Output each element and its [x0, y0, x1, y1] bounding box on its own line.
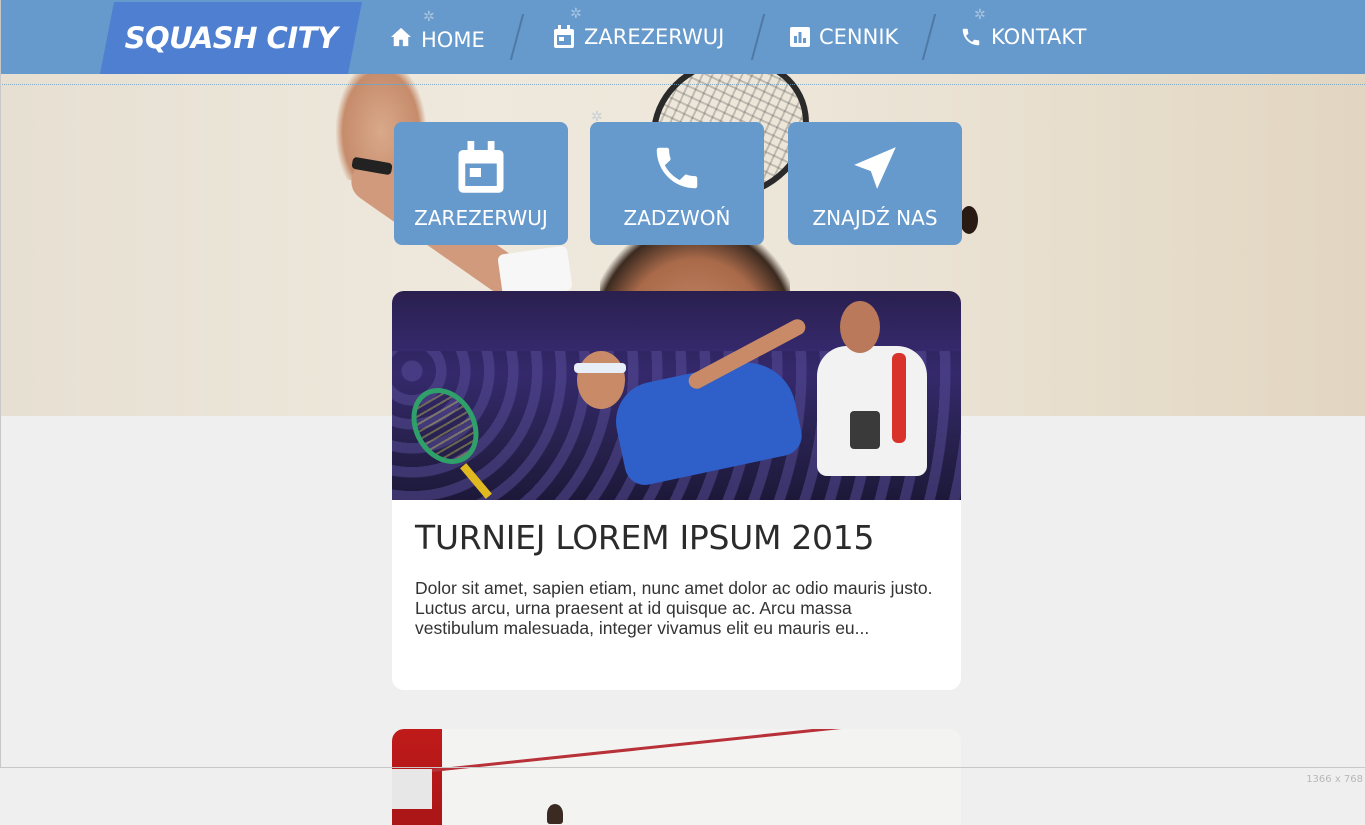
nav-item-label: CENNIK	[819, 25, 899, 49]
home-icon	[391, 27, 411, 47]
nav-divider	[509, 14, 525, 60]
action-button-znajdz-nas[interactable]: ZNAJDŹ NAS	[788, 122, 962, 245]
viewport-boundary	[0, 767, 1365, 768]
nav-item-home[interactable]: HOME	[390, 0, 485, 74]
news-card[interactable]: TURNIEJ LOREM IPSUM 2015 Dolor sit amet,…	[392, 291, 961, 690]
gear-icon: ✲	[591, 108, 603, 124]
action-button-zadzwon[interactable]: ZADZWOŃ	[590, 122, 764, 245]
guide-line	[0, 84, 1365, 85]
calendar-icon	[554, 25, 574, 48]
action-label: ZADZWOŃ	[623, 206, 731, 230]
nav-item-cennik[interactable]: CENNIK	[790, 0, 898, 74]
nav-divider	[921, 14, 937, 60]
news-card-image	[392, 291, 961, 500]
viewport-edge	[0, 0, 1, 767]
nav-item-label: HOME	[421, 28, 485, 52]
phone-icon	[656, 147, 698, 189]
gear-icon: ✲	[570, 5, 582, 21]
news-card-2-image[interactable]	[392, 729, 961, 825]
action-label: ZNAJDŹ NAS	[812, 206, 938, 230]
news-card-title[interactable]: TURNIEJ LOREM IPSUM 2015	[415, 518, 938, 558]
brand-name: SQUASH CITY	[124, 21, 338, 55]
nav-divider	[750, 14, 766, 60]
action-label: ZAREZERWUJ	[414, 206, 548, 230]
viewport-size-label: 1366 x 768	[1306, 774, 1363, 785]
nav-item-label: KONTAKT	[991, 25, 1087, 49]
brand-logo[interactable]: SQUASH CITY	[100, 2, 362, 74]
action-button-zarezerwuj[interactable]: ZAREZERWUJ	[394, 122, 568, 245]
gear-icon: ✲	[423, 8, 435, 24]
bar-chart-icon	[790, 27, 810, 47]
calendar-icon	[458, 141, 504, 193]
top-navbar: SQUASH CITY HOME ✲ ZAREZERWUJ ✲ CENNIK K…	[0, 0, 1365, 74]
navigation-arrow-icon	[854, 147, 896, 189]
hero-squash-ball	[960, 206, 978, 234]
nav-item-label: ZAREZERWUJ	[584, 25, 725, 49]
phone-icon	[962, 28, 980, 46]
news-card-excerpt: Dolor sit amet, sapien etiam, nunc amet …	[415, 578, 933, 638]
gear-icon: ✲	[974, 6, 986, 22]
